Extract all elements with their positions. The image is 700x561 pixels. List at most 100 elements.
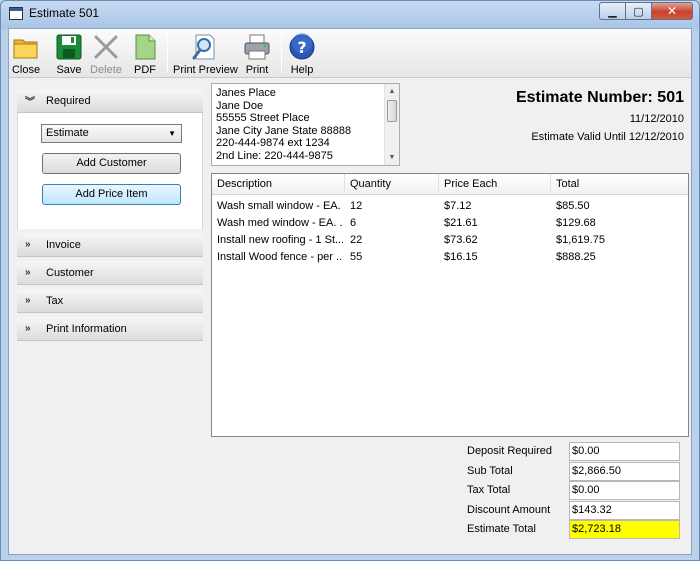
- address-line: 2nd Line: 220-444-9875: [216, 149, 333, 162]
- subtotal-label: Sub Total: [467, 464, 513, 477]
- chevron-down-icon: ▼: [168, 129, 176, 138]
- scroll-thumb[interactable]: [387, 100, 397, 122]
- cell-price-each: $16.15: [444, 251, 478, 263]
- cell-total: $85.50: [556, 200, 590, 212]
- customer-address-box[interactable]: Janes Place Jane Doe 55555 Street Place …: [211, 83, 400, 166]
- select-value: Estimate: [46, 127, 89, 139]
- window-title: Estimate 501: [29, 6, 100, 20]
- delete-button[interactable]: Delete: [89, 31, 123, 77]
- window-controls: ▁ ▢ ✕: [599, 2, 693, 20]
- app-window: Estimate 501 ▁ ▢ ✕ Close Save Delete PDF…: [0, 0, 700, 561]
- pdf-label: PDF: [134, 64, 156, 76]
- window-close-button[interactable]: ✕: [651, 2, 693, 20]
- question-mark-icon: ?: [289, 33, 315, 60]
- chevron-double-down-icon: ︾: [25, 97, 35, 108]
- scroll-up-icon[interactable]: ▲: [385, 86, 399, 99]
- save-button[interactable]: Save: [53, 31, 85, 77]
- minimize-button[interactable]: ▁: [599, 2, 625, 20]
- scroll-down-icon[interactable]: ▼: [385, 152, 399, 165]
- close-button[interactable]: Close: [10, 31, 42, 77]
- left-pane: ︾ Required Estimate ▼ Add Customer Add P…: [17, 89, 203, 341]
- totals-panel: Deposit Required $0.00 Sub Total $2,866.…: [467, 442, 683, 540]
- x-mark-icon: [94, 35, 118, 59]
- tax-total-label: Tax Total: [467, 484, 511, 496]
- floppy-disk-icon: [56, 34, 82, 60]
- section-header-print-information[interactable]: » Print Information: [17, 317, 203, 341]
- close-label: Close: [11, 64, 41, 76]
- deposit-field[interactable]: $0.00: [569, 442, 680, 461]
- window-app-icon: [9, 7, 23, 20]
- maximize-icon: ▢: [633, 5, 644, 18]
- estimate-valid-until: Estimate Valid Until 12/12/2010: [531, 131, 684, 143]
- section-label: Invoice: [46, 238, 81, 251]
- cell-price-each: $7.12: [444, 200, 472, 212]
- column-header-price-each[interactable]: Price Each: [439, 174, 551, 195]
- cell-total: $1,619.75: [556, 234, 605, 246]
- print-preview-label: Print Preview: [173, 64, 238, 76]
- printer-icon: [244, 34, 270, 60]
- address-line: Janes Place: [216, 87, 276, 99]
- cell-quantity: 55: [350, 251, 363, 263]
- cell-description: Install new roofing - 1 St...: [217, 234, 343, 246]
- help-button[interactable]: ? Help: [287, 31, 317, 77]
- chevron-double-right-icon: »: [25, 295, 31, 306]
- toolbar: Close Save Delete PDF Print Preview Prin…: [9, 29, 691, 78]
- grid-header: Description Quantity Price Each Total: [212, 174, 688, 195]
- chevron-double-right-icon: »: [25, 267, 31, 278]
- address-line: Jane Doe: [216, 99, 264, 112]
- close-icon: ✕: [666, 4, 678, 18]
- maximize-button[interactable]: ▢: [625, 2, 651, 20]
- cell-description: Wash med window - EA. ...: [217, 217, 343, 229]
- minimize-icon: ▁: [608, 5, 617, 18]
- tax-total-field[interactable]: $0.00: [569, 481, 680, 500]
- save-label: Save: [56, 64, 82, 76]
- estimate-number: Estimate Number: 501: [515, 89, 684, 106]
- column-header-total[interactable]: Total: [551, 174, 688, 195]
- cell-price-each: $21.61: [444, 217, 478, 229]
- cell-total: $888.25: [556, 251, 596, 263]
- address-scrollbar[interactable]: ▲ ▼: [384, 84, 399, 165]
- address-line: Jane City Jane State 88888: [216, 124, 352, 137]
- line-items-grid[interactable]: Description Quantity Price Each Total Wa…: [211, 173, 689, 437]
- table-row[interactable]: Wash med window - EA. ... 6 $21.61 $129.…: [212, 215, 688, 232]
- deposit-label: Deposit Required: [467, 445, 552, 457]
- document-icon: [135, 34, 156, 60]
- section-header-customer[interactable]: » Customer: [17, 261, 203, 285]
- svg-text:?: ?: [297, 38, 306, 57]
- estimate-total-label: Estimate Total: [467, 523, 536, 535]
- document-type-select[interactable]: Estimate ▼: [41, 124, 182, 143]
- table-row[interactable]: Wash small window - EA. 12 $7.12 $85.50: [212, 198, 688, 215]
- section-header-tax[interactable]: » Tax: [17, 289, 203, 313]
- client-area: Close Save Delete PDF Print Preview Prin…: [8, 28, 692, 555]
- table-row[interactable]: Install new roofing - 1 St... 22 $73.62 …: [212, 232, 688, 249]
- cell-description: Wash small window - EA.: [217, 200, 341, 212]
- estimate-date: 11/12/2010: [629, 113, 684, 125]
- pdf-button[interactable]: PDF: [129, 31, 161, 77]
- add-customer-button[interactable]: Add Customer: [42, 153, 181, 174]
- estimate-total-field[interactable]: $2,723.18: [569, 520, 680, 539]
- cell-price-each: $73.62: [444, 234, 478, 246]
- section-header-invoice[interactable]: » Invoice: [17, 233, 203, 257]
- print-button[interactable]: Print: [241, 31, 273, 77]
- column-header-quantity[interactable]: Quantity: [345, 174, 439, 195]
- address-line: 220-444-9874 ext 1234: [216, 137, 330, 149]
- cell-quantity: 22: [350, 234, 363, 246]
- magnifier-document-icon: [192, 34, 215, 60]
- cell-quantity: 6: [350, 217, 357, 229]
- delete-label: Delete: [90, 64, 122, 76]
- section-label: Tax: [46, 294, 64, 307]
- folder-icon: [13, 39, 38, 59]
- column-header-description[interactable]: Description: [212, 174, 345, 195]
- title-bar[interactable]: Estimate 501 ▁ ▢ ✕: [1, 1, 699, 27]
- section-label: Required: [46, 94, 91, 107]
- table-row[interactable]: Install Wood fence - per ... 55 $16.15 $…: [212, 249, 688, 266]
- section-label: Print Information: [46, 322, 127, 335]
- section-label: Customer: [46, 266, 94, 279]
- discount-label: Discount Amount: [467, 503, 551, 516]
- subtotal-field[interactable]: $2,866.50: [569, 461, 680, 481]
- discount-field[interactable]: $143.32: [569, 500, 680, 520]
- add-price-item-button[interactable]: Add Price Item: [42, 184, 181, 205]
- address-line: 55555 Street Place: [216, 112, 310, 124]
- section-header-required[interactable]: ︾ Required: [17, 89, 203, 113]
- print-preview-button[interactable]: Print Preview: [173, 31, 238, 77]
